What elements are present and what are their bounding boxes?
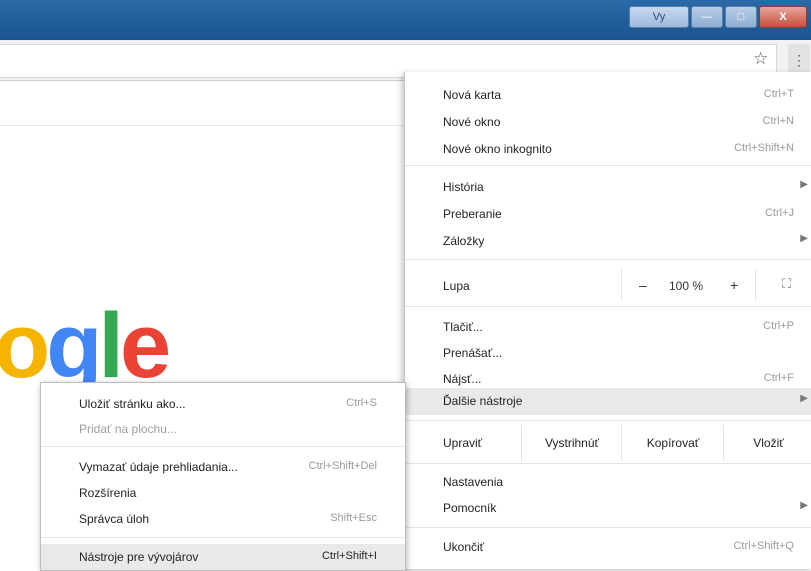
menu-item-new-tab[interactable]: Nová karta Ctrl+T bbox=[405, 82, 811, 109]
menu-edit-row: Upraviť Vystrihnúť Kopírovať Vložiť bbox=[405, 425, 811, 461]
copy-button[interactable]: Kopírovať bbox=[621, 425, 724, 461]
minimize-button[interactable]: — bbox=[691, 6, 723, 28]
menu-item-label: Pomocník bbox=[443, 501, 497, 515]
more-tools-submenu: Uložiť stránku ako... Ctrl+S Pridať na p… bbox=[40, 382, 406, 571]
submenu-item-save-page[interactable]: Uložiť stránku ako... Ctrl+S bbox=[41, 391, 405, 417]
submenu-item-shortcut: Shift+Esc bbox=[330, 512, 377, 524]
menu-item-cast[interactable]: Prenášať... bbox=[405, 340, 811, 367]
menu-item-label: Nastavenia bbox=[443, 475, 504, 489]
menu-item-label: Ďalšie nástroje bbox=[443, 394, 523, 408]
submenu-item-label: Vymazať údaje prehliadania... bbox=[79, 460, 238, 474]
menu-separator bbox=[405, 463, 811, 464]
menu-item-shortcut: Ctrl+T bbox=[763, 88, 794, 100]
submenu-item-label: Nástroje pre vývojárov bbox=[79, 550, 199, 564]
cut-button[interactable]: Vystrihnúť bbox=[521, 425, 622, 461]
zoom-label: Lupa bbox=[443, 279, 470, 293]
paste-button[interactable]: Vložiť bbox=[723, 425, 811, 461]
menu-item-label: História bbox=[443, 180, 484, 194]
menu-item-label: Ukončiť bbox=[443, 540, 485, 554]
submenu-item-label: Uložiť stránku ako... bbox=[79, 397, 186, 411]
menu-item-shortcut: Ctrl+F bbox=[763, 372, 794, 384]
menu-separator bbox=[405, 165, 811, 166]
menu-item-label: Nové okno bbox=[443, 115, 501, 129]
submenu-item-label: Pridať na plochu... bbox=[79, 422, 177, 436]
menu-separator bbox=[405, 259, 811, 260]
submenu-arrow-icon: ▶ bbox=[800, 393, 808, 404]
menu-item-history[interactable]: História ▶ bbox=[405, 174, 811, 201]
menu-item-shortcut: Ctrl+Shift+N bbox=[734, 142, 794, 154]
submenu-item-shortcut: Ctrl+Shift+I bbox=[321, 550, 377, 562]
submenu-item-extensions[interactable]: Rozšírenia bbox=[41, 480, 405, 506]
menu-item-print[interactable]: Tlačiť... Ctrl+P bbox=[405, 314, 811, 341]
zoom-level: 100 % bbox=[669, 279, 704, 293]
menu-item-label: Tlačiť... bbox=[443, 320, 483, 334]
zoom-in-button[interactable]: + bbox=[730, 277, 738, 293]
submenu-separator bbox=[41, 446, 405, 447]
submenu-item-shortcut: Ctrl+Shift+Del bbox=[308, 460, 377, 472]
submenu-separator bbox=[41, 537, 405, 538]
menu-separator bbox=[405, 527, 811, 528]
menu-item-incognito[interactable]: Nové okno inkognito Ctrl+Shift+N bbox=[405, 136, 811, 163]
menu-item-label: Nájsť... bbox=[443, 372, 482, 386]
submenu-item-dev-tools[interactable]: Nástroje pre vývojárov Ctrl+Shift+I bbox=[41, 544, 405, 570]
page-header-strip bbox=[0, 81, 404, 126]
menu-separator bbox=[405, 306, 811, 307]
submenu-item-shortcut: Ctrl+S bbox=[346, 397, 377, 409]
submenu-arrow-icon: ▶ bbox=[800, 179, 808, 190]
close-button[interactable]: X bbox=[759, 6, 807, 28]
window-controls: Vy — □ X bbox=[629, 6, 807, 28]
menu-item-more-tools[interactable]: Ďalšie nástroje ▶ bbox=[405, 388, 811, 415]
menu-item-label: Záložky bbox=[443, 234, 485, 248]
menu-item-shortcut: Ctrl+J bbox=[764, 207, 794, 219]
menu-item-downloads[interactable]: Preberanie Ctrl+J bbox=[405, 201, 811, 228]
menu-item-label: Prenášať... bbox=[443, 346, 503, 360]
edit-label: Upraviť bbox=[443, 436, 483, 450]
star-icon[interactable]: ☆ bbox=[753, 49, 768, 69]
menu-item-new-window[interactable]: Nové okno Ctrl+N bbox=[405, 109, 811, 136]
submenu-item-label: Rozšírenia bbox=[79, 486, 137, 500]
submenu-arrow-icon: ▶ bbox=[800, 500, 808, 511]
menu-zoom-row: Lupa – 100 % + ⛶ bbox=[405, 269, 811, 301]
menu-item-help[interactable]: Pomocník ▶ bbox=[405, 495, 811, 522]
submenu-item-label: Správca úloh bbox=[79, 512, 150, 526]
google-logo: ogle bbox=[0, 300, 171, 392]
user-profile-button[interactable]: Vy bbox=[629, 6, 689, 28]
chrome-main-menu: Nová karta Ctrl+T Nové okno Ctrl+N Nové … bbox=[404, 72, 811, 569]
menu-item-shortcut: Ctrl+N bbox=[762, 115, 794, 127]
menu-item-shortcut: Ctrl+Shift+Q bbox=[733, 540, 794, 552]
menu-item-shortcut: Ctrl+P bbox=[763, 320, 794, 332]
window-title-bar: Vy — □ X bbox=[0, 0, 811, 40]
submenu-item-add-to-desktop[interactable]: Pridať na plochu... bbox=[41, 416, 405, 442]
submenu-item-clear-data[interactable]: Vymazať údaje prehliadania... Ctrl+Shift… bbox=[41, 454, 405, 480]
zoom-out-button[interactable]: – bbox=[639, 277, 647, 293]
menu-item-label: Nová karta bbox=[443, 88, 502, 102]
menu-item-label: Preberanie bbox=[443, 207, 502, 221]
submenu-item-task-manager[interactable]: Správca úloh Shift+Esc bbox=[41, 506, 405, 532]
maximize-button[interactable]: □ bbox=[725, 6, 757, 28]
menu-item-label: Nové okno inkognito bbox=[443, 142, 552, 156]
fullscreen-icon[interactable]: ⛶ bbox=[782, 276, 791, 292]
submenu-arrow-icon: ▶ bbox=[800, 233, 808, 244]
menu-item-settings[interactable]: Nastavenia bbox=[405, 469, 811, 496]
menu-item-bookmarks[interactable]: Záložky ▶ bbox=[405, 228, 811, 255]
menu-separator bbox=[405, 420, 811, 421]
menu-item-exit[interactable]: Ukončiť Ctrl+Shift+Q bbox=[405, 534, 811, 561]
